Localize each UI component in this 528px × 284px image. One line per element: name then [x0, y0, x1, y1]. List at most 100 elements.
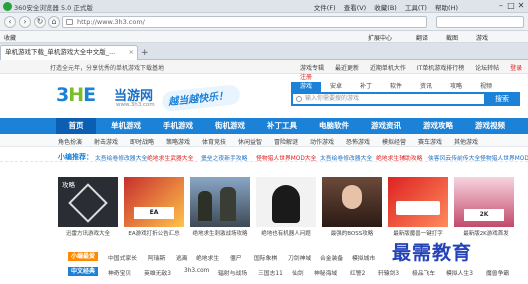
menu-tools[interactable]: 工具(T)	[405, 4, 427, 12]
subnav-item[interactable]: 即时战略	[130, 137, 154, 146]
row-link[interactable]: 模拟人生3	[446, 268, 473, 277]
subnav-item[interactable]: 休闲益智	[238, 137, 262, 146]
extension-center[interactable]: 扩展中心	[368, 33, 392, 42]
thumb-image[interactable]	[322, 177, 382, 227]
thumb-image[interactable]	[388, 177, 448, 227]
top-link[interactable]: 论坛转帖	[475, 65, 499, 72]
menu-view[interactable]: 查看(V)	[344, 4, 367, 12]
pick-link[interactable]: 绝地求生武器大全	[147, 153, 193, 162]
row-link[interactable]: 轩辕剑3	[378, 268, 399, 277]
thumb-image[interactable]: EA	[124, 177, 184, 227]
screenshot-button[interactable]: 截图	[446, 33, 458, 42]
subnav-item[interactable]: 动作游戏	[310, 137, 334, 146]
pick-link[interactable]: 绝地求生辅助攻略	[376, 153, 422, 162]
row-link[interactable]: 合金装备	[320, 253, 343, 262]
thumb-caption[interactable]: EA游戏打折公告汇总	[121, 229, 187, 237]
row-link[interactable]: 英雄无敌3	[144, 268, 171, 277]
top-link[interactable]: 游戏专辑	[300, 65, 324, 72]
thumb-caption[interactable]: 最强的BOSS攻略	[319, 229, 385, 237]
thumb-caption[interactable]: 最新版魔兽一键打字	[385, 229, 451, 237]
minimize-icon[interactable]: –	[496, 1, 506, 11]
row-link[interactable]: 辐射与战场	[218, 268, 247, 277]
row-link[interactable]: 魔兽争霸	[486, 268, 509, 277]
top-link[interactable]: 近期单机大作	[370, 65, 406, 72]
pick-link[interactable]: 侠客风云传前传大全	[428, 153, 480, 162]
nav-arcade-games[interactable]: 街机游戏	[204, 118, 256, 134]
row-link[interactable]: 绝地求生	[196, 253, 219, 262]
subnav-item[interactable]: 模拟经营	[382, 137, 406, 146]
nav-pc-games[interactable]: 单机游戏	[100, 118, 152, 134]
row-link[interactable]: 仙剑	[292, 268, 304, 277]
back-icon[interactable]: ‹	[4, 16, 16, 28]
search-tab-video[interactable]: 视频	[471, 82, 501, 92]
nav-news[interactable]: 游戏资讯	[360, 118, 412, 134]
row-link[interactable]: 神秘海域	[314, 268, 337, 277]
pick-link[interactable]: 怪物猎人世界MOD大全	[480, 153, 528, 162]
translate-button[interactable]: 翻译	[416, 33, 428, 42]
thumb-caption[interactable]: 最新版2K游戏首发	[451, 229, 521, 237]
subnav-item[interactable]: 角色扮演	[58, 137, 82, 146]
top-link[interactable]: 最近更新	[335, 65, 359, 72]
row-link[interactable]: 极品飞车	[412, 268, 435, 277]
thumb-caption[interactable]: 迅雷方讯游戏大全	[55, 229, 121, 237]
browser-search-input[interactable]	[436, 16, 524, 28]
row-link[interactable]: 僵尸	[230, 253, 242, 262]
nav-patch-tools[interactable]: 补丁工具	[256, 118, 308, 134]
search-tab-news[interactable]: 资讯	[411, 82, 441, 92]
home-icon[interactable]: ⌂	[48, 16, 60, 28]
tab-close-icon[interactable]: ×	[129, 46, 134, 59]
menu-favorites[interactable]: 收藏(B)	[374, 4, 397, 12]
thumb-caption[interactable]: 绝地求生刺激战场攻略	[187, 229, 253, 237]
pick-link[interactable]: 怪物猎人世界MOD大全	[256, 153, 316, 162]
row-link[interactable]: 刀剑神域	[288, 253, 311, 262]
subnav-item[interactable]: 赛车游戏	[418, 137, 442, 146]
pick-link[interactable]: 太吾绘卷修改器大全	[320, 153, 372, 162]
row-link[interactable]: 红警2	[350, 268, 365, 277]
menu-file[interactable]: 文件(F)	[314, 4, 336, 12]
thumb-image[interactable]	[190, 177, 250, 227]
search-tab-game[interactable]: 游戏	[291, 82, 321, 92]
forward-icon[interactable]: ›	[19, 16, 31, 28]
nav-guides[interactable]: 游戏攻略	[412, 118, 464, 134]
new-tab-icon[interactable]: +	[141, 48, 149, 58]
subnav-item[interactable]: 其他游戏	[454, 137, 478, 146]
subnav-item[interactable]: 冒险解谜	[274, 137, 298, 146]
search-tab-software[interactable]: 软件	[381, 82, 411, 92]
row-link[interactable]: 三国志11	[258, 268, 283, 277]
maximize-icon[interactable]: □	[506, 1, 516, 11]
search-tab-guide[interactable]: 攻略	[441, 82, 471, 92]
nav-mobile-games[interactable]: 手机游戏	[152, 118, 204, 134]
row-link[interactable]: 逃离	[176, 253, 188, 262]
nav-home[interactable]: 首页	[56, 118, 96, 134]
thumb-caption[interactable]: 绝地也有机器人问题	[253, 229, 319, 237]
subnav-item[interactable]: 策略游戏	[166, 137, 190, 146]
thumb-image[interactable]: 2K	[454, 177, 514, 227]
subnav-item[interactable]: 体育竞技	[202, 137, 226, 146]
site-search-input[interactable]: 输入你需要搜的游戏	[291, 92, 486, 106]
thumb-image[interactable]	[256, 177, 316, 227]
games-button[interactable]: 游戏	[476, 33, 488, 42]
row-link[interactable]: 阿瑞斯	[148, 253, 165, 262]
close-icon[interactable]: ✕	[516, 1, 526, 11]
search-tab-android[interactable]: 安卓	[321, 82, 351, 92]
row-link[interactable]: 神奇宝贝	[108, 268, 131, 277]
search-button[interactable]: 搜索	[484, 92, 520, 106]
row-link[interactable]: 中国式家长	[108, 253, 137, 262]
url-input[interactable]: http://www.3h3.com/	[62, 16, 427, 28]
top-link[interactable]: IT单机游戏排行榜	[417, 65, 464, 72]
tab-active[interactable]: 单机游戏下载_单机游戏大全中文版_... ×	[0, 45, 138, 60]
search-tab-patch[interactable]: 补丁	[351, 82, 381, 92]
row-link[interactable]: 国际象棋	[254, 253, 277, 262]
pick-link[interactable]: 堡垒之夜新手攻略	[201, 153, 247, 162]
pick-link[interactable]: 太吾绘卷修改器大全	[95, 153, 147, 162]
menu-help[interactable]: 帮助(H)	[435, 4, 458, 12]
row-link[interactable]: 模拟城市	[352, 253, 375, 262]
refresh-icon[interactable]: ↻	[34, 16, 46, 28]
thumb-image[interactable]: 攻略	[58, 177, 118, 227]
subnav-item[interactable]: 射击游戏	[94, 137, 118, 146]
nav-videos[interactable]: 游戏视频	[464, 118, 516, 134]
subnav-item[interactable]: 恐怖游戏	[346, 137, 370, 146]
nav-software[interactable]: 电脑软件	[308, 118, 360, 134]
bookmark-favorites[interactable]: 收藏	[4, 33, 16, 42]
row-link[interactable]: 3h3.com	[184, 268, 209, 274]
